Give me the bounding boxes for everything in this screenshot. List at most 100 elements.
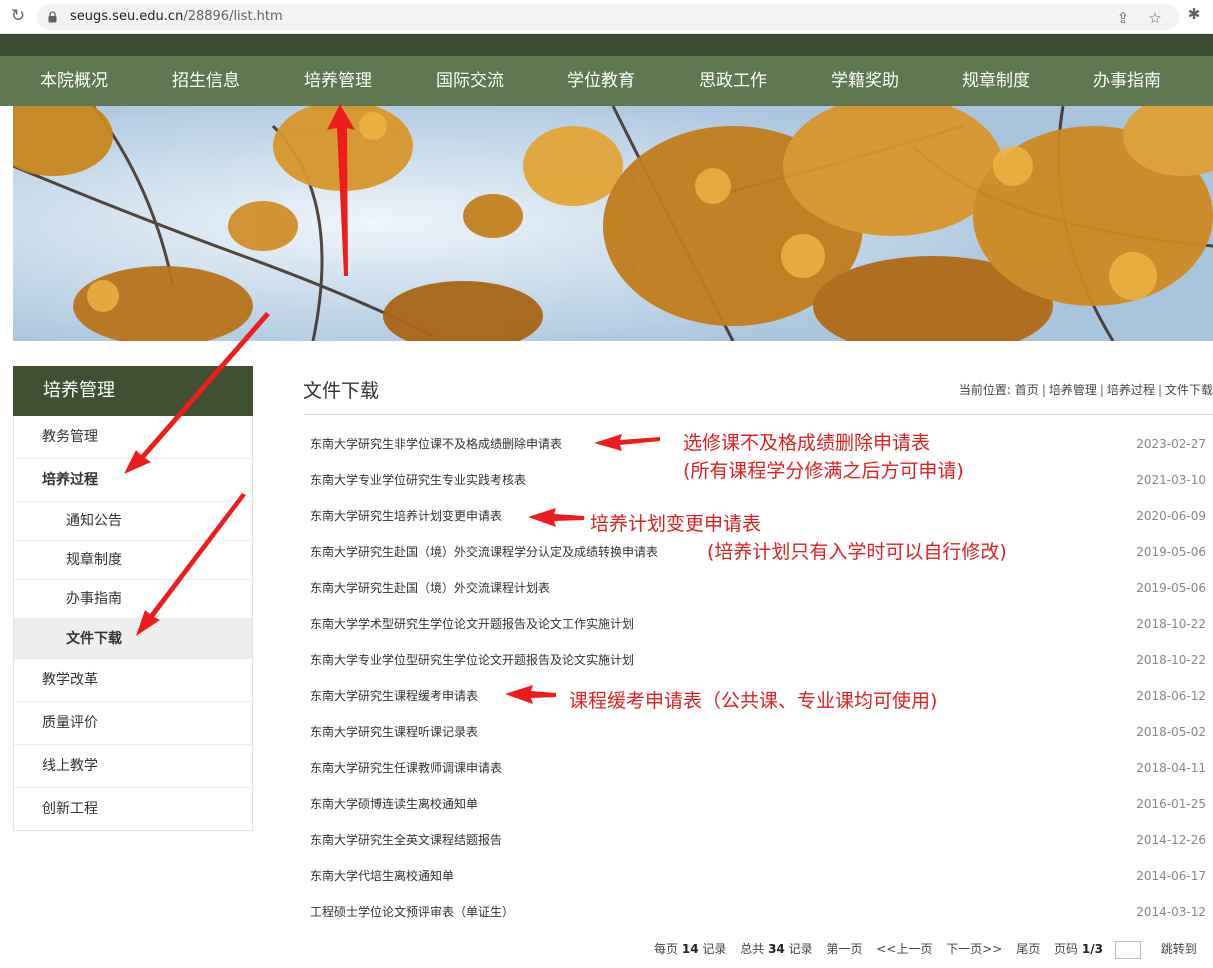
page-title: 文件下载 [303, 380, 380, 402]
prev-page-link[interactable]: <<上一页 [876, 942, 932, 956]
sidebar-item-teaching-reform[interactable]: 教学改革 [14, 659, 252, 702]
total-count: 34 [768, 942, 785, 956]
first-page-link[interactable]: 第一页 [826, 942, 862, 956]
sidebar-menu: 教务管理 培养过程 通知公告 规章制度 办事指南 文件下载 教学改革 质量评价 … [13, 416, 253, 831]
lock-icon [48, 11, 57, 23]
extensions-icon[interactable]: ✱ [1185, 5, 1203, 23]
list-item: 东南大学硕博连读生离校通知单 2016-01-25 [303, 786, 1213, 822]
sidebar-title: 培养管理 [13, 366, 253, 416]
list-item: 工程硕士学位论文预评审表（单证生） 2014-03-12 [303, 894, 1213, 930]
jump-page-input[interactable] [1114, 940, 1141, 959]
reload-icon[interactable]: ↻ [8, 6, 28, 26]
nav-item-about[interactable]: 本院概况 [40, 56, 108, 106]
file-link[interactable]: 东南大学硕博连读生离校通知单 [310, 786, 478, 822]
next-page-link[interactable]: 下一页>> [946, 942, 1002, 956]
file-date: 2019-05-06 [1136, 581, 1206, 595]
sidebar-item-label: 文件下载 [66, 631, 122, 647]
annotation-text: 选修课不及格成绩删除申请表 [683, 432, 931, 454]
file-date: 2018-10-22 [1136, 617, 1206, 631]
file-date: 2021-03-10 [1136, 473, 1206, 487]
sidebar-item-innovation[interactable]: 创新工程 [14, 788, 252, 831]
star-icon[interactable]: ☆ [1146, 9, 1164, 27]
nav-item-degree[interactable]: 学位教育 [567, 56, 635, 106]
breadcrumb: 当前位置: 首页 | 培养管理 | 培养过程 | 文件下载 [958, 383, 1213, 397]
nav-item-status-aid[interactable]: 学籍奖助 [831, 56, 899, 106]
browser-toolbar: ↻ seugs.seu.edu.cn/28896/list.htm ⇪ ☆ ✱ [0, 0, 1213, 34]
file-date: 2018-06-12 [1136, 689, 1206, 703]
title-divider [303, 414, 1213, 415]
sidebar-item-regulations[interactable]: 规章制度 [14, 541, 252, 580]
records-label: 记录 [702, 942, 727, 956]
sidebar-item-label: 办事指南 [66, 591, 122, 607]
sidebar-item-label: 质量评价 [42, 715, 98, 731]
url-text: seugs.seu.edu.cn/28896/list.htm [70, 8, 283, 26]
sidebar-item-label: 教学改革 [42, 672, 98, 688]
file-link[interactable]: 东南大学研究生课程听课记录表 [310, 714, 478, 750]
sidebar-item-label: 线上教学 [42, 758, 98, 774]
ginkgo-illustration [13, 106, 1213, 341]
file-link[interactable]: 工程硕士学位论文预评审表（单证生） [310, 894, 514, 930]
file-link[interactable]: 东南大学研究生非学位课不及格成绩删除申请表 [310, 426, 562, 462]
file-date: 2018-10-22 [1136, 653, 1206, 667]
last-page-link[interactable]: 尾页 [1016, 942, 1040, 956]
per-page-label: 每页 [654, 942, 679, 956]
breadcrumb-prefix: 当前位置: [958, 383, 1011, 397]
file-link[interactable]: 东南大学研究生培养计划变更申请表 [310, 498, 502, 534]
header-strip [0, 34, 1213, 56]
sidebar-item-label: 创新工程 [42, 801, 98, 817]
address-bar[interactable]: seugs.seu.edu.cn/28896/list.htm ⇪ ☆ [36, 4, 1180, 30]
file-date: 2018-05-02 [1136, 725, 1206, 739]
sidebar-item-notices[interactable]: 通知公告 [14, 502, 252, 541]
file-date: 2014-06-17 [1136, 869, 1206, 883]
jump-button[interactable]: 跳转到 [1161, 942, 1197, 956]
records-label-2: 记录 [788, 942, 813, 956]
total-label: 总共 [740, 942, 765, 956]
file-link[interactable]: 东南大学研究生课程缓考申请表 [310, 678, 478, 714]
list-item: 东南大学研究生赴国（境）外交流课程计划表 2019-05-06 [303, 570, 1213, 606]
sidebar-item-training-process[interactable]: 培养过程 [14, 459, 252, 502]
breadcrumb-process[interactable]: 培养过程 [1107, 383, 1155, 397]
annotation-text: (所有课程学分修满之后方可申请) [683, 460, 964, 482]
per-page-count: 14 [681, 942, 699, 956]
file-link[interactable]: 东南大学研究生赴国（境）外交流课程计划表 [310, 570, 550, 606]
sidebar-item-online-teaching[interactable]: 线上教学 [14, 745, 252, 788]
nav-item-rules[interactable]: 规章制度 [962, 56, 1030, 106]
file-link[interactable]: 东南大学研究生全英文课程结题报告 [310, 822, 502, 858]
sidebar-item-guide[interactable]: 办事指南 [14, 580, 252, 619]
share-icon[interactable]: ⇪ [1114, 9, 1132, 27]
list-item: 东南大学研究生课程听课记录表 2018-05-02 [303, 714, 1213, 750]
sidebar-item-label: 规章制度 [66, 552, 122, 568]
file-date: 2014-12-26 [1136, 833, 1206, 847]
file-link[interactable]: 东南大学代培生离校通知单 [310, 858, 454, 894]
breadcrumb-home[interactable]: 首页 [1015, 383, 1039, 397]
breadcrumb-downloads[interactable]: 文件下载 [1165, 383, 1213, 397]
sidebar-item-label: 培养过程 [42, 472, 98, 488]
sidebar-item-academic-affairs[interactable]: 教务管理 [14, 416, 252, 459]
file-date: 2016-01-25 [1136, 797, 1206, 811]
list-item: 东南大学学术型研究生学位论文开题报告及论文工作实施计划 2018-10-22 [303, 606, 1213, 642]
file-link[interactable]: 东南大学专业学位研究生专业实践考核表 [310, 462, 526, 498]
file-date: 2023-02-27 [1136, 437, 1206, 451]
file-link[interactable]: 东南大学专业学位型研究生学位论文开题报告及论文实施计划 [310, 642, 634, 678]
list-item: 东南大学研究生任课教师调课申请表 2018-04-11 [303, 750, 1213, 786]
sidebar-item-quality-evaluation[interactable]: 质量评价 [14, 702, 252, 745]
page-number: 1/3 [1081, 942, 1103, 956]
nav-item-guide[interactable]: 办事指南 [1093, 56, 1161, 106]
file-link[interactable]: 东南大学学术型研究生学位论文开题报告及论文工作实施计划 [310, 606, 634, 642]
nav-item-international[interactable]: 国际交流 [436, 56, 504, 106]
main-nav: 本院概况 招生信息 培养管理 国际交流 学位教育 思政工作 学籍奖助 规章制度 … [0, 56, 1213, 106]
sidebar-item-file-download[interactable]: 文件下载 [14, 619, 252, 659]
nav-item-ideology[interactable]: 思政工作 [699, 56, 767, 106]
annotation-text: 课程缓考申请表（公共课、专业课均可使用) [569, 690, 938, 712]
nav-item-admissions[interactable]: 招生信息 [172, 56, 240, 106]
list-item: 东南大学研究生全英文课程结题报告 2014-12-26 [303, 822, 1213, 858]
nav-item-training[interactable]: 培养管理 [304, 56, 372, 106]
file-link[interactable]: 东南大学研究生任课教师调课申请表 [310, 750, 502, 786]
breadcrumb-training[interactable]: 培养管理 [1049, 383, 1097, 397]
file-date: 2019-05-06 [1136, 545, 1206, 559]
annotation-text: (培养计划只有入学时可以自行修改) [707, 541, 1007, 563]
pagination: 每页 14 记录 总共 34 记录 第一页 <<上一页 下一页>> 尾页 页码 … [654, 940, 1197, 959]
sidebar-item-label: 通知公告 [66, 513, 122, 529]
file-link[interactable]: 东南大学研究生赴国（境）外交流课程学分认定及成绩转换申请表 [310, 534, 658, 570]
file-date: 2018-04-11 [1136, 761, 1206, 775]
